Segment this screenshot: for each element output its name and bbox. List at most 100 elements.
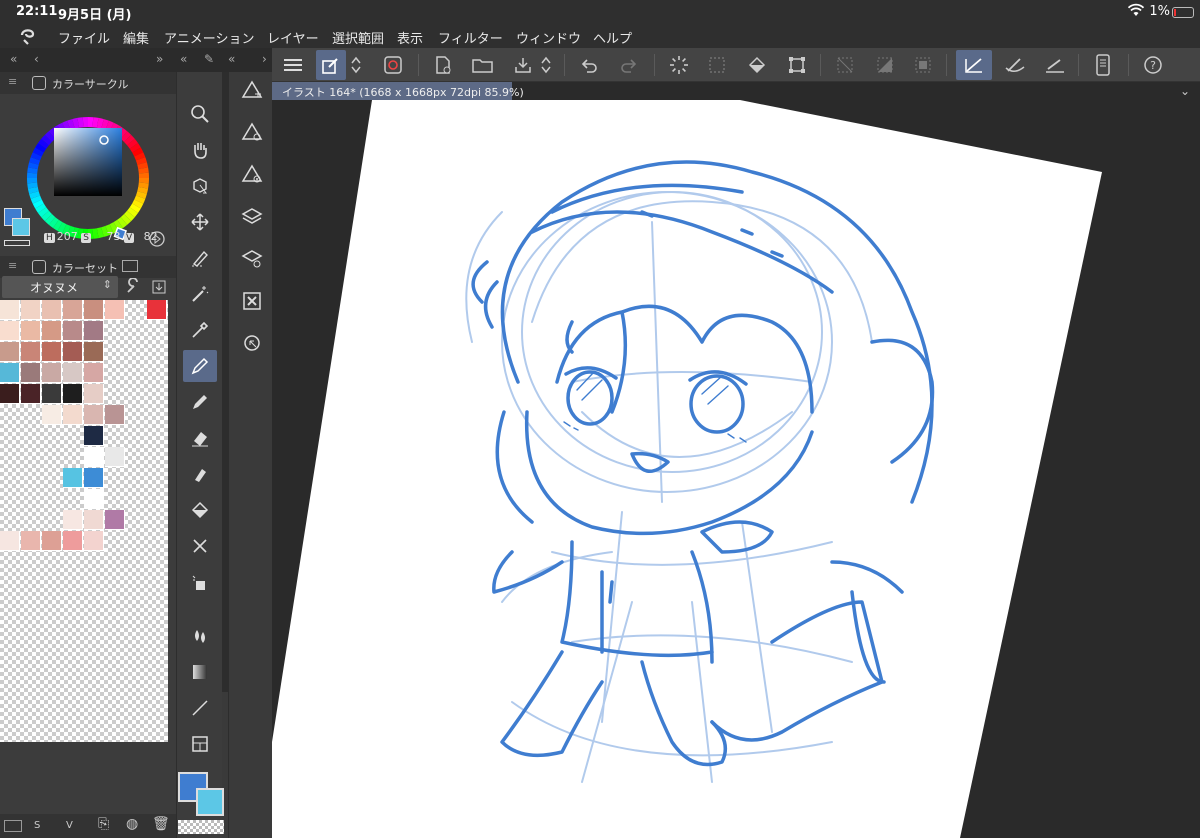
- clip-studio-icon[interactable]: [378, 50, 408, 80]
- color-swatch[interactable]: [105, 300, 125, 320]
- color-swatch[interactable]: [42, 384, 62, 404]
- color-swatch[interactable]: [63, 342, 83, 362]
- menu-edit[interactable]: 編集: [123, 28, 149, 47]
- menu-filter[interactable]: フィルター: [438, 28, 503, 47]
- add-swatch-icon[interactable]: ⎘: [98, 816, 109, 832]
- pen-icon[interactable]: [183, 350, 217, 382]
- airbrush-icon[interactable]: [183, 566, 217, 598]
- ruler-snap-icon[interactable]: [956, 50, 992, 80]
- swatch-view-icon[interactable]: [4, 820, 22, 832]
- help-icon[interactable]: ?: [1138, 50, 1168, 80]
- grip-icon[interactable]: ≡: [8, 259, 17, 272]
- eraser-icon[interactable]: [183, 422, 217, 454]
- fill-icon[interactable]: [742, 50, 772, 80]
- hand-icon[interactable]: [183, 134, 217, 166]
- color-swatch[interactable]: [84, 426, 104, 446]
- color-swatch[interactable]: [42, 405, 62, 425]
- color-swatch[interactable]: [63, 300, 83, 320]
- color-swatch[interactable]: [42, 300, 62, 320]
- layer-settings-icon[interactable]: [237, 118, 267, 148]
- color-swatch[interactable]: [42, 363, 62, 383]
- decoration-icon[interactable]: [183, 458, 217, 490]
- color-set-dropdown[interactable]: オヌヌメ ⇕: [2, 276, 118, 298]
- updown-icon[interactable]: [348, 50, 364, 80]
- menu-hamburger-icon[interactable]: [278, 50, 308, 80]
- app-logo-icon[interactable]: [18, 26, 38, 46]
- sub-color-swatch[interactable]: [196, 788, 224, 816]
- color-swatch[interactable]: [63, 510, 83, 530]
- menu-layer[interactable]: レイヤー: [267, 28, 319, 47]
- redo-icon[interactable]: [614, 50, 644, 80]
- clear-selection-icon[interactable]: [830, 50, 860, 80]
- v-key-icon[interactable]: V: [66, 820, 73, 831]
- color-swatch[interactable]: [21, 321, 41, 341]
- loading-icon[interactable]: [664, 50, 694, 80]
- keyboard-icon[interactable]: [122, 260, 138, 272]
- color-swatch[interactable]: [63, 363, 83, 383]
- invert-selection-icon[interactable]: [870, 50, 900, 80]
- updown-icon[interactable]: [538, 50, 554, 80]
- move-icon[interactable]: [183, 206, 217, 238]
- color-swatch[interactable]: [105, 447, 125, 467]
- collapse-right-icon[interactable]: »: [156, 52, 163, 66]
- s-key-icon[interactable]: S: [34, 820, 40, 831]
- color-swatch[interactable]: [84, 342, 104, 362]
- replace-swatch-icon[interactable]: ◍: [126, 816, 138, 832]
- menu-animation[interactable]: アニメーション: [164, 28, 254, 47]
- color-swatch[interactable]: [0, 300, 20, 320]
- selection-icon[interactable]: [702, 50, 732, 80]
- zoom-icon[interactable]: [183, 98, 217, 130]
- color-swatch[interactable]: [21, 363, 41, 383]
- trash-icon[interactable]: 🗑: [152, 816, 170, 832]
- gradient-icon[interactable]: [183, 656, 217, 688]
- collapse-left-icon[interactable]: «: [10, 52, 17, 66]
- line-icon[interactable]: [183, 692, 217, 724]
- close-box-icon[interactable]: [237, 286, 267, 316]
- layers-icon[interactable]: [237, 202, 267, 232]
- color-swatch[interactable]: [63, 384, 83, 404]
- wrench-icon[interactable]: [124, 278, 142, 296]
- color-set-tab-icon[interactable]: [32, 260, 46, 274]
- color-swatch[interactable]: [63, 468, 83, 488]
- new-file-icon[interactable]: [428, 50, 458, 80]
- drawing-canvas[interactable]: [272, 82, 1200, 838]
- chevron-down-icon[interactable]: ⌄: [1180, 84, 1190, 98]
- canvas-area[interactable]: [272, 82, 1200, 838]
- color-swatch[interactable]: [42, 531, 62, 551]
- color-swatch[interactable]: [84, 363, 104, 383]
- layer-add-icon[interactable]: [237, 76, 267, 106]
- color-swatch[interactable]: [84, 300, 104, 320]
- magic-wand-icon[interactable]: [183, 278, 217, 310]
- transparent-color-swatch[interactable]: [178, 820, 224, 834]
- fill-bucket-icon[interactable]: [183, 494, 217, 526]
- object-select-icon[interactable]: [183, 170, 217, 202]
- color-swatch[interactable]: [0, 342, 20, 362]
- color-swatch[interactable]: [21, 531, 41, 551]
- color-swatch[interactable]: [105, 510, 125, 530]
- layer-properties-icon[interactable]: [237, 244, 267, 274]
- edit-mode-icon[interactable]: [316, 50, 346, 80]
- color-swatch[interactable]: [63, 531, 83, 551]
- color-swatch[interactable]: [84, 510, 104, 530]
- chevron-left-icon[interactable]: ‹: [34, 52, 39, 66]
- collapse-left-icon[interactable]: «: [228, 52, 235, 66]
- color-swatch[interactable]: [84, 384, 104, 404]
- color-swatch[interactable]: [21, 300, 41, 320]
- open-folder-icon[interactable]: [468, 50, 498, 80]
- color-swatch[interactable]: [42, 321, 62, 341]
- navigator-icon[interactable]: [237, 328, 267, 358]
- transform-icon[interactable]: [782, 50, 812, 80]
- color-swatch[interactable]: [105, 405, 125, 425]
- color-circle-tab-icon[interactable]: [32, 76, 46, 90]
- menu-file[interactable]: ファイル: [58, 28, 110, 47]
- menu-view[interactable]: 表示: [397, 28, 423, 47]
- undo-icon[interactable]: [574, 50, 604, 80]
- color-swatch[interactable]: [84, 405, 104, 425]
- color-swatch[interactable]: [0, 363, 20, 383]
- color-swatch[interactable]: [0, 321, 20, 341]
- pen-tab-icon[interactable]: ✎: [204, 52, 214, 66]
- color-swatch[interactable]: [147, 300, 167, 320]
- color-swatch[interactable]: [84, 489, 104, 509]
- color-swatch[interactable]: [84, 468, 104, 488]
- menu-selection[interactable]: 選択範囲: [332, 28, 384, 47]
